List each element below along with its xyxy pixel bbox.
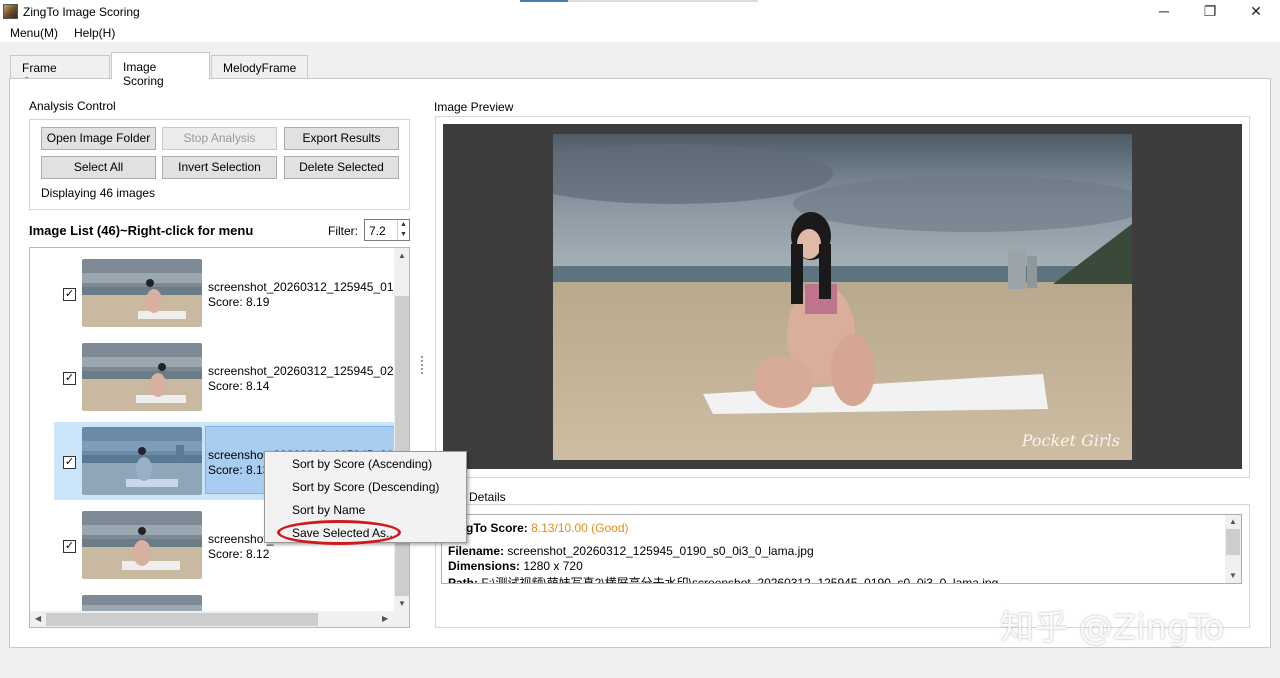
dimensions-value: 1280 x 720: [523, 559, 583, 573]
title-accent-bar: [520, 0, 568, 2]
scroll-up-icon[interactable]: ▲: [398, 251, 406, 260]
preview-watermark: Pocket Girls: [1021, 431, 1120, 450]
item-checkbox[interactable]: ✓: [63, 540, 76, 553]
details-scrollbar[interactable]: ▲ ▼: [1225, 515, 1241, 583]
filename-label: Filename:: [448, 544, 505, 558]
item-filename: screenshot_20260312_125945_0227_: [208, 364, 410, 378]
dimensions-label: Dimensions:: [448, 559, 521, 573]
stop-analysis-button[interactable]: Stop Analysis: [162, 127, 277, 150]
scroll-right-icon[interactable]: ▶: [382, 614, 388, 623]
scroll-up-icon[interactable]: ▲: [1229, 517, 1237, 526]
splitter-handle[interactable]: [421, 356, 423, 374]
filter-spinbox[interactable]: 7.2 ▲ ▼: [364, 219, 410, 241]
spin-up-icon[interactable]: ▲: [398, 220, 409, 230]
item-filename: screenshot_20260312_125945_0197_: [208, 280, 410, 294]
item-score: Score: 8.12: [208, 547, 270, 561]
scroll-corner: [394, 611, 409, 627]
close-icon[interactable]: ✕: [1233, 0, 1279, 24]
menu-item-sort-name[interactable]: Sort by Name: [292, 503, 365, 517]
image-preview-label: Image Preview: [432, 100, 516, 114]
thumbnail-image: [82, 343, 202, 411]
minimize-icon[interactable]: ─: [1141, 0, 1187, 24]
menu-item-help[interactable]: Help(H): [74, 26, 115, 40]
filename-value: screenshot_20260312_125945_0190_s0_0i3_0…: [507, 544, 814, 558]
details-textbox[interactable]: ZingTo Score: 8.13/10.00 (Good) Filename…: [441, 514, 1242, 584]
invert-selection-button[interactable]: Invert Selection: [162, 156, 277, 179]
filter-label: Filter:: [328, 224, 358, 238]
delete-selected-button[interactable]: Delete Selected: [284, 156, 399, 179]
image-list-title: Image List (46)~Right-click for menu: [29, 223, 254, 238]
thumbnail-image: [82, 427, 202, 495]
list-horizontal-scrollbar[interactable]: ◀ ▶: [30, 611, 394, 627]
item-checkbox[interactable]: ✓: [63, 372, 76, 385]
thumbnail-image: [82, 511, 202, 579]
context-menu: Sort by Score (Ascending) Sort by Score …: [264, 451, 467, 545]
open-image-folder-button[interactable]: Open Image Folder: [41, 127, 156, 150]
analysis-control-label: Analysis Control: [27, 99, 118, 113]
scrollbar-thumb[interactable]: [46, 613, 318, 626]
item-checkbox[interactable]: ✓: [63, 456, 76, 469]
overlay-watermark: 知乎 @ZingTo: [1000, 608, 1225, 648]
preview-image: Pocket Girls: [553, 134, 1132, 460]
tab-image-scoring[interactable]: Image Scoring: [111, 52, 210, 88]
menu-item-sort-ascending[interactable]: Sort by Score (Ascending): [292, 457, 432, 471]
tab-frame-capture[interactable]: Frame Capture: [10, 55, 110, 89]
app-icon: [3, 4, 18, 19]
item-checkbox[interactable]: ✓: [63, 288, 76, 301]
select-all-button[interactable]: Select All: [41, 156, 156, 179]
menu-item-sort-descending[interactable]: Sort by Score (Descending): [292, 480, 439, 494]
item-score: Score: 8.19: [208, 295, 270, 309]
path-label: Path:: [448, 576, 478, 584]
path-value: F:\测试视频\萌妹写真2\横屏高分去水印\screenshot_2026031…: [481, 576, 999, 584]
scroll-down-icon[interactable]: ▼: [1229, 571, 1237, 580]
list-item[interactable]: ✓ screenshot_20260312_125945_0197_ Score…: [30, 254, 409, 332]
details-label: Details: [467, 490, 508, 504]
menu-item-menu[interactable]: Menu(M): [10, 26, 58, 40]
scrollbar-thumb[interactable]: [1226, 529, 1240, 555]
tab-melodyframe[interactable]: MelodyFrame: [211, 55, 308, 78]
score-value: 8.13/10.00 (Good): [531, 521, 629, 535]
export-results-button[interactable]: Export Results: [284, 127, 399, 150]
image-preview-area: Pocket Girls: [443, 124, 1242, 469]
image-list[interactable]: ✓ screenshot_20260312_125945_0197_ Score…: [29, 247, 410, 628]
filter-value: 7.2: [369, 224, 386, 238]
maximize-icon[interactable]: ❐: [1187, 0, 1233, 24]
spin-down-icon[interactable]: ▼: [398, 230, 409, 240]
title-bar: ZingTo Image Scoring ─ ❐ ✕: [0, 0, 1280, 24]
item-score: Score: 8.13: [208, 463, 270, 477]
list-item[interactable]: ✓ screenshot_20260312_125945_0227_ Score…: [30, 338, 409, 416]
scroll-left-icon[interactable]: ◀: [35, 614, 41, 623]
item-score: Score: 8.14: [208, 379, 270, 393]
menu-bar: Menu(M) Help(H): [0, 24, 1280, 42]
scrollbar-thumb[interactable]: [395, 296, 409, 596]
highlight-circle: [277, 520, 401, 545]
thumbnail-image: [82, 259, 202, 327]
window-title: ZingTo Image Scoring: [23, 5, 140, 19]
title-accent-bar-2: [568, 0, 758, 2]
list-vertical-scrollbar[interactable]: ▲ ▼: [394, 248, 409, 611]
image-count-status: Displaying 46 images: [41, 186, 156, 200]
scroll-down-icon[interactable]: ▼: [398, 599, 406, 608]
